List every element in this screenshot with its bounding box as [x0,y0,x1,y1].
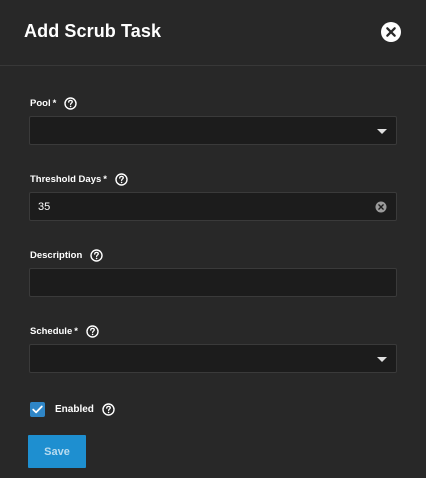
help-icon[interactable] [86,325,99,338]
pool-label: Pool * [30,97,77,110]
help-icon[interactable] [102,403,115,416]
schedule-label-text: Schedule [30,326,73,337]
threshold-days-label-text: Threshold Days [30,174,102,185]
add-scrub-task-dialog: Add Scrub Task Pool * Threshold Days * 3… [0,0,426,478]
dialog-title: Add Scrub Task [24,21,162,41]
save-button[interactable]: Save [28,435,86,468]
description-label-text: Description [30,250,83,261]
threshold-days-label: Threshold Days * [30,173,128,186]
dialog-header: Add Scrub Task [0,0,426,66]
schedule-select[interactable] [29,344,397,373]
pool-label-text: Pool [30,98,51,109]
threshold-days-input[interactable]: 35 [29,192,397,221]
enabled-label-text: Enabled [55,404,94,415]
chevron-down-icon[interactable] [377,129,387,134]
help-icon[interactable] [115,173,128,186]
chevron-down-icon[interactable] [377,357,387,362]
description-label: Description [30,249,103,262]
close-icon[interactable] [381,22,401,42]
required-mark: * [103,174,107,185]
enabled-checkbox[interactable] [30,402,45,417]
help-icon[interactable] [90,249,103,262]
description-input[interactable] [29,268,397,297]
required-mark: * [74,326,78,337]
pool-select[interactable] [29,116,397,145]
schedule-label: Schedule * [30,325,99,338]
clear-icon[interactable] [375,200,387,213]
help-icon[interactable] [64,97,77,110]
required-mark: * [52,98,57,109]
enabled-label: Enabled [55,403,115,416]
threshold-days-value: 35 [38,201,51,213]
